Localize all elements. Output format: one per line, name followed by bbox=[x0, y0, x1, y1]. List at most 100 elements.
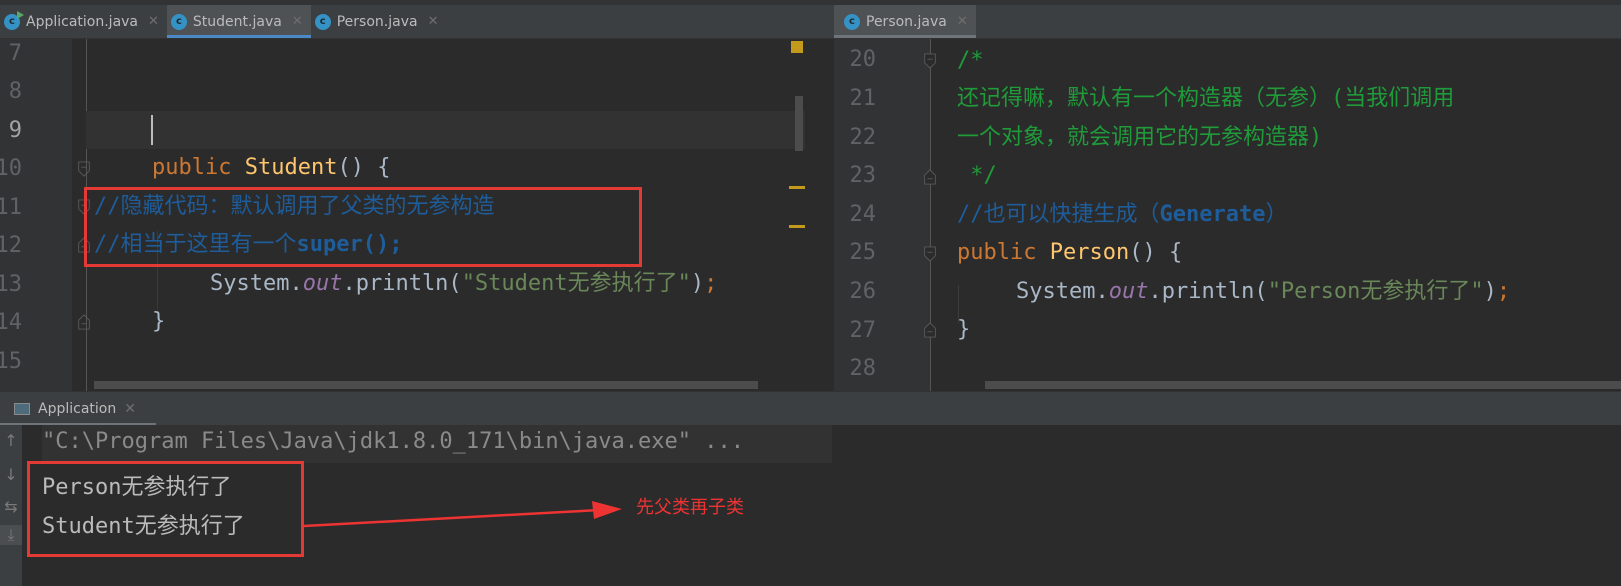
horizontal-scrollbar[interactable] bbox=[985, 381, 1621, 389]
line-number: 21 bbox=[849, 86, 877, 111]
code-line-13: System.out.println("Student无参执行了"); bbox=[210, 265, 717, 303]
student-editor[interactable]: 7 8 9 10 11 12 13 14 15 public Student()… bbox=[0, 39, 805, 391]
run-tool-window-header: Application ✕ bbox=[0, 391, 1621, 426]
close-icon[interactable]: ✕ bbox=[124, 401, 136, 417]
annotation-arrow bbox=[303, 501, 622, 528]
line-number: 24 bbox=[849, 202, 877, 227]
code-line-22: 一个对象，就会调用它的无参构造器) bbox=[957, 125, 1323, 150]
console-icon bbox=[14, 403, 30, 415]
line-number: 20 bbox=[849, 47, 877, 72]
vertical-scrollbar[interactable] bbox=[795, 96, 803, 151]
code-text: System. bbox=[210, 271, 303, 296]
static-field: out bbox=[302, 271, 343, 296]
line-number: 8 bbox=[8, 79, 22, 104]
fold-open-icon[interactable] bbox=[923, 53, 937, 69]
down-arrow-icon[interactable]: ↓ bbox=[0, 465, 22, 484]
class-run-icon: c bbox=[4, 10, 24, 30]
string-literal: "Person无参执行了" bbox=[1267, 279, 1484, 304]
output-highlight-box bbox=[27, 461, 304, 557]
right-editor-tabbar: c Person.java ✕ bbox=[834, 5, 1621, 39]
text-caret bbox=[151, 115, 153, 145]
console-toolbar: ↑ ↓ ⇆ ⤓ bbox=[0, 425, 22, 586]
tab-label: Person.java bbox=[866, 13, 947, 30]
line-number: 22 bbox=[849, 125, 877, 150]
current-line-highlight bbox=[86, 111, 805, 149]
comment-text: //也可以快捷生成（ bbox=[957, 202, 1160, 227]
scroll-to-end-icon[interactable]: ⤓ bbox=[0, 525, 22, 545]
annotation-highlight-box bbox=[84, 187, 642, 267]
tab-application-run[interactable]: Application ✕ bbox=[0, 392, 156, 426]
code-text: () { bbox=[337, 155, 391, 180]
class-icon: c bbox=[844, 13, 860, 30]
class-icon: c bbox=[314, 13, 331, 30]
warning-marker[interactable] bbox=[791, 41, 803, 53]
line-number: 10 bbox=[0, 156, 22, 181]
pane-divider[interactable] bbox=[805, 39, 834, 391]
code-text: () { bbox=[1129, 240, 1183, 265]
up-arrow-icon[interactable]: ↑ bbox=[0, 431, 22, 450]
code-text: ) bbox=[690, 271, 705, 296]
line-number: 28 bbox=[849, 356, 877, 381]
code-line-24: //也可以快捷生成（Generate） bbox=[957, 196, 1287, 234]
close-icon[interactable]: ✕ bbox=[428, 14, 439, 29]
semicolon: ; bbox=[1496, 279, 1511, 304]
comment-text: ） bbox=[1265, 202, 1288, 227]
left-editor-tabbar: c Application.java ✕ c Student.java ✕ c … bbox=[0, 5, 834, 39]
tab-label: Person.java bbox=[336, 13, 418, 30]
code-text: System. bbox=[1016, 279, 1109, 304]
semicolon: ; bbox=[704, 271, 718, 296]
string-literal: "Student无参执行了" bbox=[461, 271, 691, 296]
tab-person-java[interactable]: c Person.java ✕ bbox=[311, 5, 447, 38]
code-line-25: public Person() { bbox=[957, 234, 1182, 272]
fold-open-icon[interactable] bbox=[923, 246, 937, 262]
change-marker[interactable] bbox=[789, 186, 805, 189]
change-marker[interactable] bbox=[789, 225, 805, 228]
close-icon[interactable]: ✕ bbox=[957, 14, 968, 29]
code-line-10: public Student() { bbox=[152, 149, 390, 187]
code-text: .println( bbox=[1148, 279, 1268, 304]
fold-close-icon[interactable] bbox=[77, 314, 91, 330]
close-icon[interactable]: ✕ bbox=[148, 14, 159, 29]
tab-label: Application.java bbox=[26, 13, 139, 30]
comment-code: Generate bbox=[1159, 202, 1266, 227]
static-field: out bbox=[1108, 279, 1149, 304]
line-number: 27 bbox=[849, 318, 877, 343]
code-text: .println( bbox=[342, 271, 462, 296]
gutter-divider bbox=[930, 39, 931, 391]
tab-person-java-right[interactable]: c Person.java ✕ bbox=[834, 5, 976, 38]
tab-label: Student.java bbox=[192, 13, 282, 30]
annotation-label: 先父类再子类 bbox=[636, 497, 744, 518]
line-number: 7 bbox=[8, 41, 22, 66]
code-line-27: } bbox=[957, 317, 971, 342]
line-number: 26 bbox=[849, 279, 877, 304]
tab-student-java[interactable]: c Student.java ✕ bbox=[166, 5, 311, 38]
fold-close-icon[interactable] bbox=[923, 322, 937, 338]
class-icon: c bbox=[170, 13, 187, 30]
soft-wrap-icon[interactable]: ⇆ bbox=[0, 497, 22, 516]
code-line-14: } bbox=[152, 309, 166, 334]
code-line-26: System.out.println("Person无参执行了"); bbox=[1016, 273, 1510, 311]
horizontal-scrollbar[interactable] bbox=[94, 381, 758, 389]
line-number: 14 bbox=[0, 310, 22, 335]
person-editor[interactable]: 20 21 22 23 24 25 26 27 28 /* 还记得嘛，默认有一个… bbox=[834, 39, 1621, 391]
line-number: 9 bbox=[8, 118, 22, 143]
line-number: 23 bbox=[849, 163, 877, 188]
tab-label: Application bbox=[38, 401, 117, 417]
close-icon[interactable]: ✕ bbox=[292, 14, 303, 29]
line-number: 11 bbox=[0, 195, 22, 220]
code-line-21: 还记得嘛，默认有一个构造器（无参）(当我们调用 bbox=[957, 86, 1455, 111]
fold-open-icon[interactable] bbox=[77, 161, 91, 177]
line-number: 12 bbox=[0, 233, 22, 258]
line-number: 25 bbox=[849, 240, 877, 265]
method-name: Student bbox=[244, 155, 338, 180]
tab-application-java[interactable]: c Application.java ✕ bbox=[0, 5, 167, 38]
line-number: 13 bbox=[0, 272, 22, 297]
code-text: ) bbox=[1483, 279, 1497, 304]
code-line-20: /* bbox=[957, 48, 984, 73]
code-line-23: */ bbox=[957, 163, 997, 188]
command-line: "C:\Program Files\Java\jdk1.8.0_171\bin\… bbox=[42, 429, 744, 454]
keyword: public bbox=[957, 240, 1037, 265]
method-name: Person bbox=[1049, 240, 1130, 265]
fold-close-icon[interactable] bbox=[923, 169, 937, 185]
line-number: 15 bbox=[0, 349, 22, 374]
